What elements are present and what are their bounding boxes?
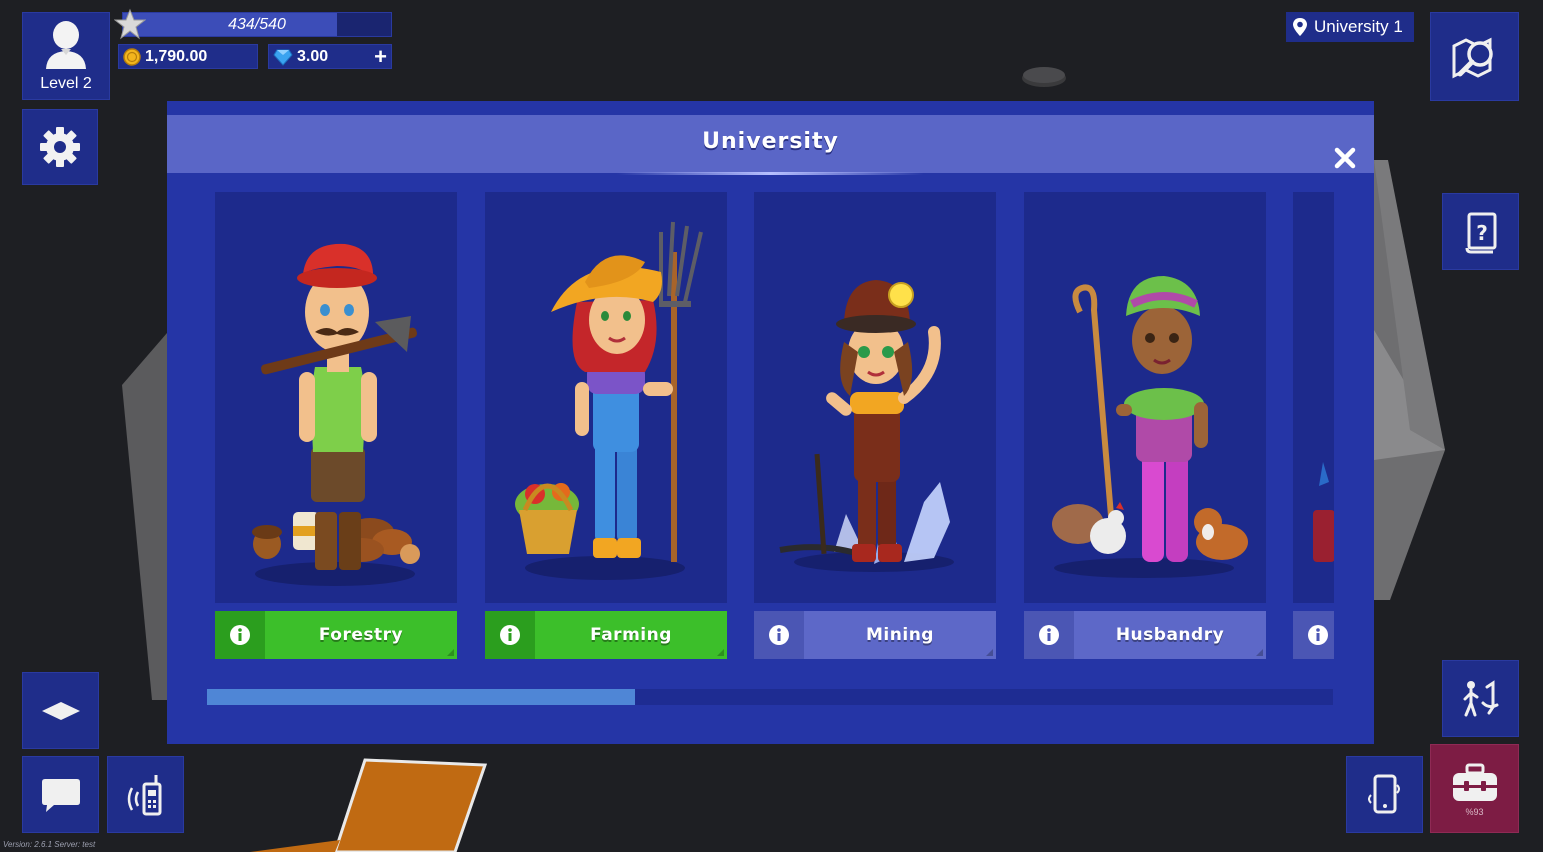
- course-label: Husbandry: [1074, 611, 1266, 659]
- info-icon: [1308, 625, 1328, 645]
- inventory-button[interactable]: %93: [1430, 744, 1519, 833]
- version-text: Version: 2.6.1 Server: test: [3, 840, 96, 849]
- info-icon: [769, 625, 789, 645]
- course-label: Farming: [535, 611, 727, 659]
- course-card-forestry[interactable]: Forestry: [215, 192, 457, 660]
- toolbox-icon: [1452, 763, 1497, 801]
- star-icon: [114, 8, 146, 40]
- course-tab-mining[interactable]: Mining: [754, 611, 996, 659]
- experience-text: 434/540: [228, 16, 286, 33]
- experience-bar: 434/540: [122, 12, 392, 37]
- gear-icon: [40, 127, 80, 167]
- location-tag[interactable]: University 1: [1286, 12, 1414, 42]
- add-gems-button[interactable]: +: [374, 44, 387, 70]
- course-portrait: [754, 192, 996, 603]
- university-modal: University Forestry Farming Mining Husba…: [167, 101, 1374, 744]
- course-info-button[interactable]: [1024, 611, 1074, 659]
- gem-icon: [273, 49, 293, 66]
- course-info-button[interactable]: [485, 611, 535, 659]
- course-card-partial[interactable]: [1293, 192, 1334, 660]
- map-search-button[interactable]: [1430, 12, 1519, 101]
- farmer-character-image: [515, 221, 703, 580]
- player-level-label: Level 2: [40, 75, 92, 92]
- course-info-button[interactable]: [754, 611, 804, 659]
- course-label: Forestry: [265, 611, 457, 659]
- layers-button[interactable]: [22, 672, 99, 749]
- modal-title: University: [702, 129, 839, 154]
- course-tab-partial[interactable]: [1293, 611, 1334, 659]
- partial-character-image: [1313, 462, 1334, 562]
- radio-button[interactable]: [107, 756, 184, 833]
- title-underline: [617, 172, 924, 175]
- course-label: Mining: [804, 611, 996, 659]
- lumberjack-character-image: [252, 243, 420, 586]
- course-carousel[interactable]: Forestry Farming Mining Husbandry: [215, 192, 1334, 662]
- quest-book-button[interactable]: ?: [1442, 193, 1519, 270]
- coins-display: 1,790.00: [118, 44, 258, 69]
- modal-header: University: [167, 115, 1374, 175]
- layers-icon: [41, 701, 80, 720]
- course-tab-forestry[interactable]: Forestry: [215, 611, 457, 659]
- person-icon: [46, 21, 86, 69]
- course-card-mining[interactable]: Mining: [754, 192, 996, 660]
- carousel-scrollbar[interactable]: [207, 689, 1333, 705]
- location-pin-icon: [1293, 18, 1307, 36]
- location-name: University 1: [1314, 17, 1403, 36]
- radio-icon: [127, 774, 161, 815]
- coin-icon: [123, 47, 141, 66]
- info-icon: [230, 625, 250, 645]
- course-tab-husbandry[interactable]: Husbandry: [1024, 611, 1266, 659]
- miner-character-image: [779, 280, 954, 572]
- chat-icon: [41, 778, 80, 812]
- course-info-button[interactable]: [215, 611, 265, 659]
- quest-book-icon: ?: [1465, 212, 1496, 253]
- gems-value: 3.00: [297, 47, 329, 65]
- carousel-scroll-thumb[interactable]: [207, 689, 635, 705]
- svg-text:?: ?: [1476, 221, 1488, 245]
- husbandry-character-image: [1052, 276, 1248, 578]
- phone-button[interactable]: [1346, 756, 1423, 833]
- close-button[interactable]: [1330, 143, 1360, 173]
- info-icon: [500, 625, 520, 645]
- settings-button[interactable]: [22, 109, 98, 185]
- close-icon: [1334, 147, 1356, 169]
- info-icon: [1039, 625, 1059, 645]
- course-portrait: [1293, 192, 1334, 603]
- course-info-button[interactable]: [1293, 611, 1334, 659]
- player-level-button[interactable]: Level 2: [22, 12, 110, 100]
- chat-button[interactable]: [22, 756, 99, 833]
- course-portrait: [485, 192, 727, 603]
- course-card-husbandry[interactable]: Husbandry: [1024, 192, 1266, 660]
- course-tab-farming[interactable]: Farming: [485, 611, 727, 659]
- gems-display: 3.00 +: [268, 44, 392, 69]
- course-card-farming[interactable]: Farming: [485, 192, 727, 660]
- hire-workers-button[interactable]: [1442, 660, 1519, 737]
- phone-icon: [1367, 774, 1400, 813]
- hire-workers-icon: [1463, 679, 1498, 716]
- map-search-icon: [1452, 37, 1493, 78]
- course-portrait: [1024, 192, 1266, 603]
- inventory-capacity: %93: [1465, 806, 1484, 817]
- course-portrait: [215, 192, 457, 603]
- coins-value: 1,790.00: [145, 47, 208, 65]
